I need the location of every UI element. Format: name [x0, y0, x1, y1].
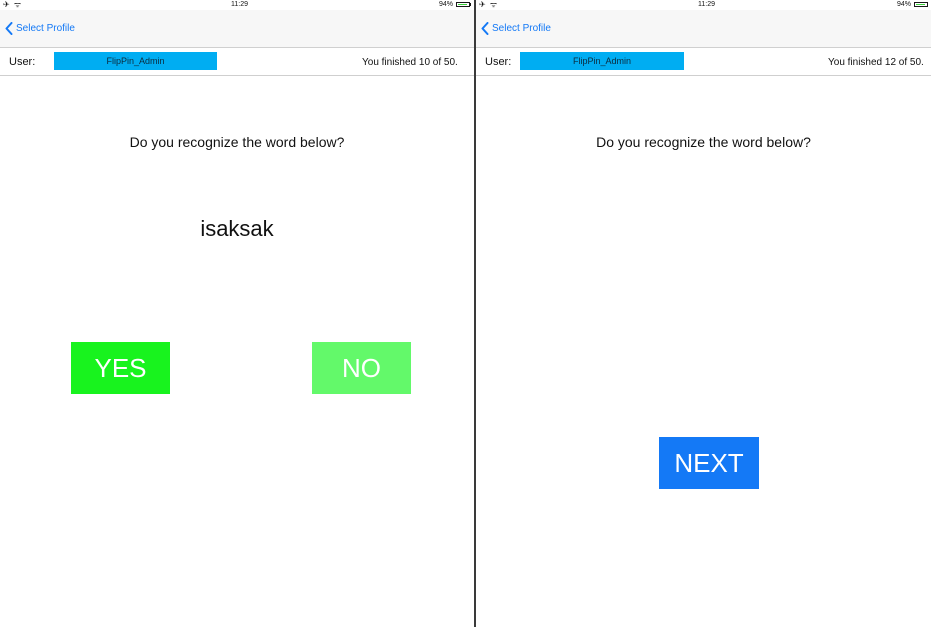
- airplane-wifi-icon: ✈ ᯤ: [3, 0, 23, 9]
- battery-percent: 94%: [438, 1, 453, 8]
- battery-icon: [914, 2, 928, 7]
- screenshot-root: ✈ ᯤ 11:29 94% Select Profile User: FlipP…: [0, 0, 931, 627]
- back-button-label: Select Profile: [492, 23, 551, 34]
- progress-text: You finished 12 of 50.: [828, 57, 924, 68]
- battery-status: 94%: [897, 0, 928, 9]
- battery-percent: 94%: [896, 1, 911, 8]
- battery-fill: [916, 4, 925, 5]
- battery-nub: [470, 3, 471, 6]
- user-label: User:: [485, 56, 512, 68]
- chevron-left-icon: [481, 22, 489, 35]
- left-screen: ✈ ᯤ 11:29 94% Select Profile User: FlipP…: [0, 0, 474, 627]
- user-row: User: FlipPin_Admin You finished 10 of 5…: [0, 49, 474, 76]
- back-button-label: Select Profile: [16, 23, 75, 34]
- battery-fill: [458, 4, 467, 5]
- no-button[interactable]: NO: [312, 342, 411, 394]
- user-label: User:: [9, 56, 36, 68]
- battery-status: 94%: [439, 0, 471, 9]
- status-time: 11:29: [231, 1, 248, 8]
- right-screen: ✈ ᯤ 11:29 94% Select Profile User: FlipP…: [476, 0, 931, 627]
- select-profile-back-button[interactable]: Select Profile: [5, 22, 75, 35]
- chevron-left-icon: [5, 22, 13, 35]
- progress-text: You finished 10 of 50.: [362, 57, 458, 68]
- user-row: User: FlipPin_Admin You finished 12 of 5…: [476, 49, 931, 76]
- target-word: isaksak: [200, 216, 274, 241]
- next-button[interactable]: NEXT: [659, 437, 759, 489]
- select-profile-back-button[interactable]: Select Profile: [481, 22, 551, 35]
- airplane-wifi-icon: ✈ ᯤ: [479, 0, 499, 9]
- navigation-bar: Select Profile: [476, 10, 931, 48]
- yes-button[interactable]: YES: [71, 342, 170, 394]
- status-bar: ✈ ᯤ 11:29 94%: [476, 0, 931, 10]
- question-text: Do you recognize the word below?: [129, 134, 345, 150]
- status-bar: ✈ ᯤ 11:29 94%: [0, 0, 474, 10]
- user-name-badge: FlipPin_Admin: [520, 52, 684, 70]
- status-time: 11:29: [698, 1, 715, 8]
- navigation-bar: Select Profile: [0, 10, 474, 48]
- question-text: Do you recognize the word below?: [596, 134, 811, 150]
- battery-icon: [456, 2, 470, 7]
- user-name-badge: FlipPin_Admin: [54, 52, 217, 70]
